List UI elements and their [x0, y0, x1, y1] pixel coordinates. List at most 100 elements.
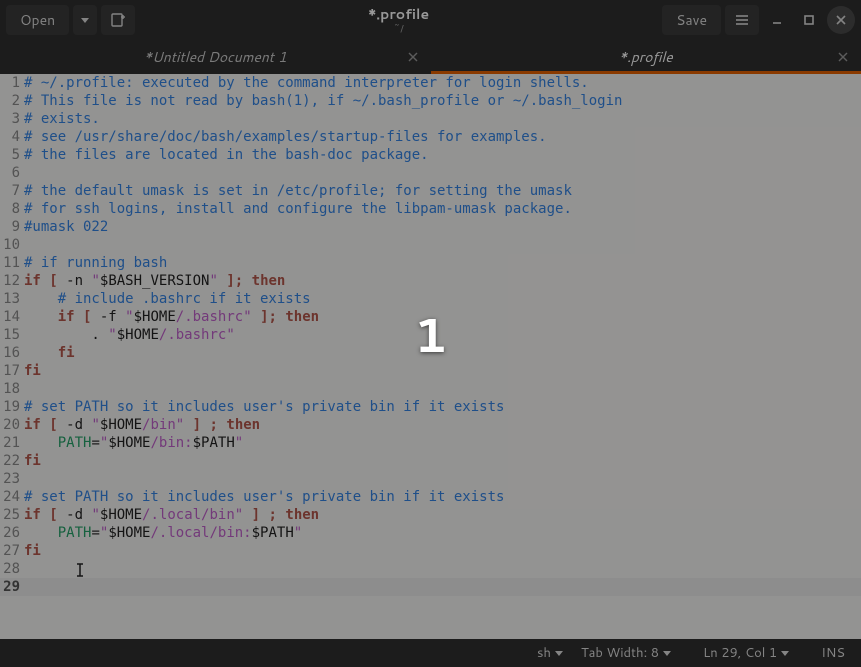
- close-icon: [838, 52, 848, 62]
- line-content[interactable]: if [ -d "$HOME/.local/bin" ] ; then: [24, 506, 861, 524]
- line-number: 21: [0, 434, 24, 452]
- line-content[interactable]: # ~/.profile: executed by the command in…: [24, 74, 861, 92]
- window-title-text: *.profile: [139, 4, 658, 24]
- line-content[interactable]: [24, 164, 861, 182]
- code-line[interactable]: 24# set PATH so it includes user's priva…: [0, 488, 861, 506]
- insert-mode-toggle[interactable]: INS: [815, 644, 851, 662]
- code-line[interactable]: 28: [0, 560, 861, 578]
- line-content[interactable]: fi: [24, 542, 861, 560]
- line-content[interactable]: fi: [24, 362, 861, 380]
- code-body[interactable]: 1# ~/.profile: executed by the command i…: [0, 74, 861, 596]
- hamburger-menu-button[interactable]: [725, 5, 759, 35]
- line-content[interactable]: #umask 022: [24, 218, 861, 236]
- language-selector[interactable]: sh: [531, 644, 569, 662]
- language-label: sh: [537, 644, 551, 662]
- line-content[interactable]: # for ssh logins, install and configure …: [24, 200, 861, 218]
- close-button[interactable]: [827, 6, 855, 34]
- close-icon: [408, 52, 418, 62]
- line-content[interactable]: # This file is not read by bash(1), if ~…: [24, 92, 861, 110]
- code-line[interactable]: 2# This file is not read by bash(1), if …: [0, 92, 861, 110]
- code-line[interactable]: 19# set PATH so it includes user's priva…: [0, 398, 861, 416]
- line-number: 12: [0, 272, 24, 290]
- code-line[interactable]: 5# the files are located in the bash-doc…: [0, 146, 861, 164]
- line-number: 9: [0, 218, 24, 236]
- line-number: 16: [0, 344, 24, 362]
- code-line[interactable]: 15 . "$HOME/.bashrc": [0, 326, 861, 344]
- line-content[interactable]: # set PATH so it includes user's private…: [24, 488, 861, 506]
- code-line[interactable]: 26 PATH="$HOME/.local/bin:$PATH": [0, 524, 861, 542]
- line-content[interactable]: # exists.: [24, 110, 861, 128]
- line-content[interactable]: PATH="$HOME/bin:$PATH": [24, 434, 861, 452]
- code-line[interactable]: 9#umask 022: [0, 218, 861, 236]
- line-content[interactable]: [24, 578, 861, 596]
- line-content[interactable]: if [ -f "$HOME/.bashrc" ]; then: [24, 308, 861, 326]
- minimize-button[interactable]: [763, 5, 791, 35]
- tab-close-button[interactable]: [405, 49, 421, 65]
- code-line[interactable]: 18: [0, 380, 861, 398]
- line-content[interactable]: # the files are located in the bash-doc …: [24, 146, 861, 164]
- code-line[interactable]: 11# if running bash: [0, 254, 861, 272]
- line-number: 5: [0, 146, 24, 164]
- line-content[interactable]: # the default umask is set in /etc/profi…: [24, 182, 861, 200]
- code-line[interactable]: 22fi: [0, 452, 861, 470]
- maximize-button[interactable]: [795, 5, 823, 35]
- line-content[interactable]: . "$HOME/.bashrc": [24, 326, 861, 344]
- line-content[interactable]: [24, 236, 861, 254]
- line-content[interactable]: # include .bashrc if it exists: [24, 290, 861, 308]
- window-title: *.profile ~/: [139, 4, 658, 36]
- code-line[interactable]: 10: [0, 236, 861, 254]
- code-line[interactable]: 25if [ -d "$HOME/.local/bin" ] ; then: [0, 506, 861, 524]
- line-content[interactable]: [24, 380, 861, 398]
- source-editor[interactable]: 1# ~/.profile: executed by the command i…: [0, 74, 861, 639]
- code-line[interactable]: 4# see /usr/share/doc/bash/examples/star…: [0, 128, 861, 146]
- tab-width-selector[interactable]: Tab Width: 8: [575, 644, 677, 662]
- line-number: 23: [0, 470, 24, 488]
- line-number: 20: [0, 416, 24, 434]
- line-content[interactable]: # set PATH so it includes user's private…: [24, 398, 861, 416]
- line-content[interactable]: [24, 470, 861, 488]
- line-number: 14: [0, 308, 24, 326]
- line-number: 28: [0, 560, 24, 578]
- code-line[interactable]: 21 PATH="$HOME/bin:$PATH": [0, 434, 861, 452]
- save-button[interactable]: Save: [662, 5, 721, 35]
- line-content[interactable]: fi: [24, 344, 861, 362]
- line-number: 15: [0, 326, 24, 344]
- open-recent-dropdown[interactable]: [73, 5, 97, 35]
- code-line[interactable]: 8# for ssh logins, install and configure…: [0, 200, 861, 218]
- document-tab[interactable]: *Untitled Document 1: [0, 40, 431, 74]
- window-subtitle: ~/: [139, 22, 658, 36]
- open-button[interactable]: Open: [6, 5, 69, 35]
- line-content[interactable]: fi: [24, 452, 861, 470]
- line-content[interactable]: # see /usr/share/doc/bash/examples/start…: [24, 128, 861, 146]
- document-tab[interactable]: *.profile: [431, 40, 861, 74]
- minimize-icon: [770, 13, 784, 27]
- code-line[interactable]: 29: [0, 578, 861, 596]
- code-line[interactable]: 17fi: [0, 362, 861, 380]
- code-line[interactable]: 20if [ -d "$HOME/bin" ] ; then: [0, 416, 861, 434]
- document-tab-label: *Untitled Document 1: [144, 47, 287, 67]
- line-content[interactable]: if [ -d "$HOME/bin" ] ; then: [24, 416, 861, 434]
- new-tab-button[interactable]: [101, 5, 135, 35]
- code-line[interactable]: 1# ~/.profile: executed by the command i…: [0, 74, 861, 92]
- code-line[interactable]: 23: [0, 470, 861, 488]
- line-content[interactable]: [24, 560, 861, 578]
- code-line[interactable]: 16 fi: [0, 344, 861, 362]
- code-line[interactable]: 7# the default umask is set in /etc/prof…: [0, 182, 861, 200]
- code-line[interactable]: 14 if [ -f "$HOME/.bashrc" ]; then: [0, 308, 861, 326]
- code-line[interactable]: 6: [0, 164, 861, 182]
- line-number: 17: [0, 362, 24, 380]
- line-number: 13: [0, 290, 24, 308]
- line-number: 25: [0, 506, 24, 524]
- code-line[interactable]: 13 # include .bashrc if it exists: [0, 290, 861, 308]
- line-content[interactable]: PATH="$HOME/.local/bin:$PATH": [24, 524, 861, 542]
- cursor-position-selector[interactable]: Ln 29, Col 1: [697, 644, 795, 662]
- tab-close-button[interactable]: [835, 49, 851, 65]
- code-line[interactable]: 3# exists.: [0, 110, 861, 128]
- save-button-label: Save: [676, 10, 707, 30]
- code-line[interactable]: 12if [ -n "$BASH_VERSION" ]; then: [0, 272, 861, 290]
- tab-width-label: Tab Width: 8: [581, 644, 659, 662]
- line-content[interactable]: # if running bash: [24, 254, 861, 272]
- line-content[interactable]: if [ -n "$BASH_VERSION" ]; then: [24, 272, 861, 290]
- line-number: 24: [0, 488, 24, 506]
- code-line[interactable]: 27fi: [0, 542, 861, 560]
